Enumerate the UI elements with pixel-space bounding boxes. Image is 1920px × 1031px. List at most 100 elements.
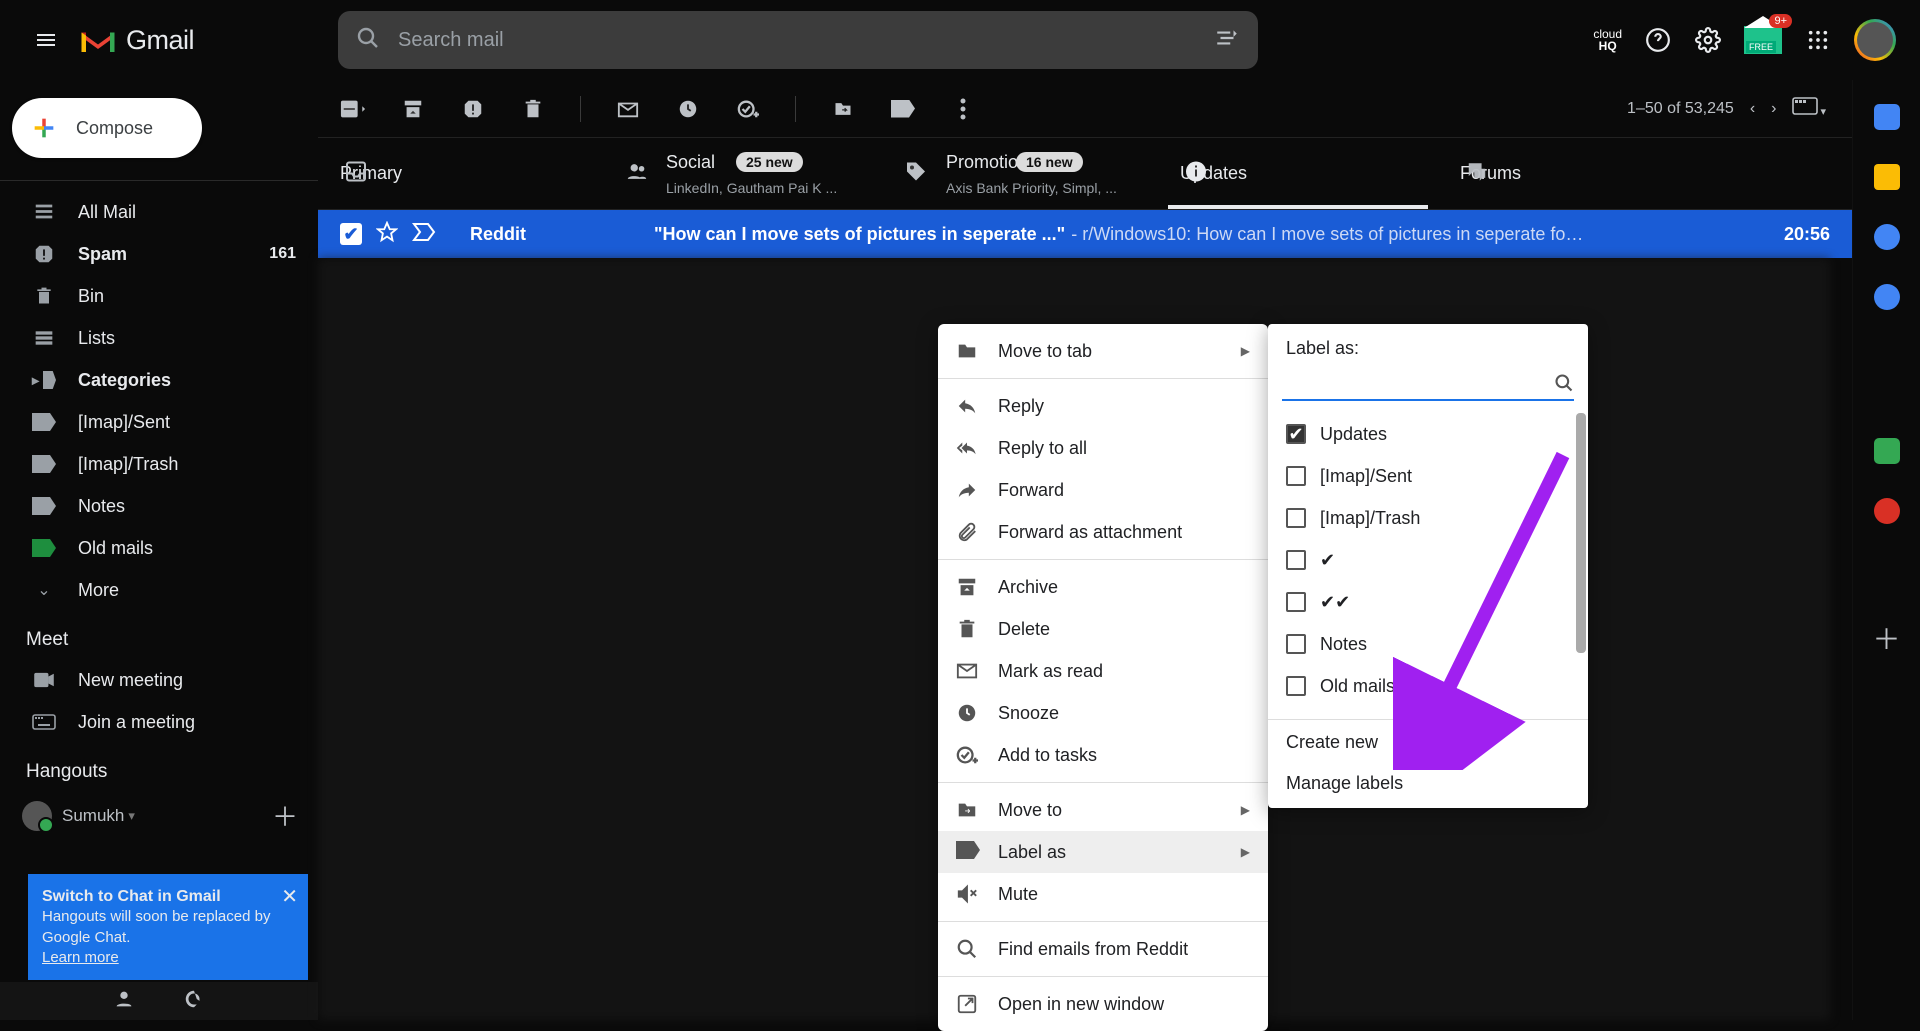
hangouts-user[interactable]: Sumukh▾ ＋: [0, 791, 318, 834]
submenu-arrow-icon: ▶: [1241, 845, 1250, 859]
label-option[interactable]: ✔: [1272, 539, 1584, 581]
input-tools-icon[interactable]: ▾: [1792, 97, 1826, 120]
calendar-icon[interactable]: [1874, 104, 1900, 130]
menu-reply[interactable]: Reply: [938, 385, 1268, 427]
star-icon[interactable]: [376, 221, 398, 248]
archive-icon[interactable]: [400, 96, 426, 122]
keep-icon[interactable]: [1874, 164, 1900, 190]
promo-link[interactable]: Learn more: [42, 949, 119, 966]
search-bar[interactable]: [338, 11, 1258, 69]
account-avatar[interactable]: [1854, 19, 1896, 61]
sidebar-item--imap-trash[interactable]: [Imap]/Trash: [0, 443, 318, 485]
tab-updates[interactable]: Updates: [1158, 138, 1438, 209]
search-input[interactable]: [398, 29, 1214, 52]
tasks-icon[interactable]: [1874, 224, 1900, 250]
label-option[interactable]: ✔✔: [1272, 581, 1584, 623]
move-to-icon[interactable]: [830, 96, 856, 122]
meet-join-a-meeting[interactable]: Join a meeting: [0, 701, 318, 743]
close-icon[interactable]: ✕: [281, 884, 298, 911]
tab-promotions[interactable]: Promotions16 newAxis Bank Priority, Simp…: [878, 138, 1158, 209]
menu-move-to[interactable]: Move to▶: [938, 789, 1268, 831]
settings-icon[interactable]: [1694, 26, 1722, 54]
hangouts-chat-icon[interactable]: [183, 988, 205, 1015]
trash-icon: [32, 284, 56, 308]
tab-primary[interactable]: Primary: [318, 138, 598, 209]
delete-icon[interactable]: [520, 96, 546, 122]
support-icon[interactable]: [1644, 26, 1672, 54]
menu-label-as[interactable]: Label as▶: [938, 831, 1268, 873]
menu-open-in-new-window[interactable]: Open in new window: [938, 983, 1268, 1025]
compose-button[interactable]: Compose: [12, 98, 202, 158]
tag-icon: [904, 159, 928, 188]
get-addons-icon[interactable]: ＋: [1872, 618, 1900, 658]
scrollbar[interactable]: [1576, 413, 1586, 653]
sidebar-item-label: [Imap]/Trash: [78, 454, 178, 475]
menu-move-to-tab[interactable]: Move to tab▶: [938, 330, 1268, 372]
menu-find-emails-from-reddit[interactable]: Find emails from Reddit: [938, 928, 1268, 970]
menu-archive[interactable]: Archive: [938, 566, 1268, 608]
menu-reply-to-all[interactable]: Reply to all: [938, 427, 1268, 469]
movetab-icon: [956, 340, 978, 362]
menu-forward-as-attachment[interactable]: Forward as attachment: [938, 511, 1268, 553]
contacts-icon[interactable]: [1874, 284, 1900, 310]
sidebar-item-more[interactable]: ⌄More: [0, 569, 318, 611]
mark-read-icon[interactable]: [615, 96, 641, 122]
report-spam-icon[interactable]: [460, 96, 486, 122]
sidebar-item-categories[interactable]: ▸ Categories: [0, 359, 318, 401]
hangouts-new-icon[interactable]: ＋: [272, 797, 298, 834]
more-icon[interactable]: [950, 96, 976, 122]
row-checkbox[interactable]: ✔: [340, 223, 362, 245]
product-name: Gmail: [126, 25, 194, 56]
label-search-input[interactable]: [1282, 374, 1554, 392]
apps-icon[interactable]: [1804, 26, 1832, 54]
info-icon: [1184, 159, 1208, 188]
label-search[interactable]: [1282, 367, 1574, 401]
snooze-icon[interactable]: [675, 96, 701, 122]
tab-forums[interactable]: Forums: [1438, 138, 1718, 209]
forward-icon: [956, 479, 978, 501]
sidebar-item-old-mails[interactable]: Old mails: [0, 527, 318, 569]
create-new-label[interactable]: Create new: [1268, 722, 1588, 763]
sidebar-item-lists[interactable]: Lists: [0, 317, 318, 359]
menu-mark-as-read[interactable]: Mark as read: [938, 650, 1268, 692]
menu-delete[interactable]: Delete: [938, 608, 1268, 650]
prev-page-icon[interactable]: ‹: [1750, 100, 1755, 118]
cloudhq-icon[interactable]: cloudHQ: [1593, 28, 1622, 52]
sidebar-item-bin[interactable]: Bin: [0, 275, 318, 317]
tab-social[interactable]: Social25 newLinkedIn, Gautham Pai K ...: [598, 138, 878, 209]
meet-new-meeting[interactable]: New meeting: [0, 659, 318, 701]
label-option[interactable]: [Imap]/Trash: [1272, 497, 1584, 539]
sidebar-item-spam[interactable]: Spam161: [0, 233, 318, 275]
email-time: 20:56: [1784, 224, 1830, 245]
sidebar-item--imap-sent[interactable]: [Imap]/Sent: [0, 401, 318, 443]
hangouts-person-icon[interactable]: [113, 988, 135, 1015]
checkbox-icon: [1286, 592, 1306, 612]
addon-icon-2[interactable]: [1874, 498, 1900, 524]
gmail-logo[interactable]: Gmail: [78, 25, 194, 56]
menu-mute[interactable]: Mute: [938, 873, 1268, 915]
promo-title: Switch to Chat in Gmail: [42, 888, 221, 905]
important-icon[interactable]: [412, 222, 438, 247]
addon-icon-1[interactable]: [1874, 438, 1900, 464]
next-page-icon[interactable]: ›: [1771, 100, 1776, 118]
menu-snooze[interactable]: Snooze: [938, 692, 1268, 734]
labels-icon[interactable]: [890, 96, 916, 122]
free-extension-icon[interactable]: FREE 9+: [1744, 26, 1782, 54]
add-task-icon[interactable]: [735, 96, 761, 122]
label-icon: [32, 452, 56, 476]
label-option[interactable]: Old mails: [1272, 665, 1584, 707]
label-option[interactable]: ✔Updates: [1272, 413, 1584, 455]
manage-labels[interactable]: Manage labels: [1268, 763, 1588, 804]
label-option[interactable]: Notes: [1272, 623, 1584, 665]
sidebar-item-label: Lists: [78, 328, 115, 349]
sidebar-item-notes[interactable]: Notes: [0, 485, 318, 527]
label-option[interactable]: [Imap]/Sent: [1272, 455, 1584, 497]
select-checkbox[interactable]: [340, 96, 366, 122]
email-row-selected[interactable]: ✔ Reddit "How can I move sets of picture…: [318, 210, 1852, 258]
search-options-icon[interactable]: [1214, 25, 1240, 56]
menu-forward[interactable]: Forward: [938, 469, 1268, 511]
main-menu-icon[interactable]: [22, 16, 70, 64]
sidebar-item-all-mail[interactable]: All Mail: [0, 191, 318, 233]
menu-add-to-tasks[interactable]: Add to tasks: [938, 734, 1268, 776]
label-option[interactable]: YAMM - (no subjec…: [1272, 707, 1584, 717]
